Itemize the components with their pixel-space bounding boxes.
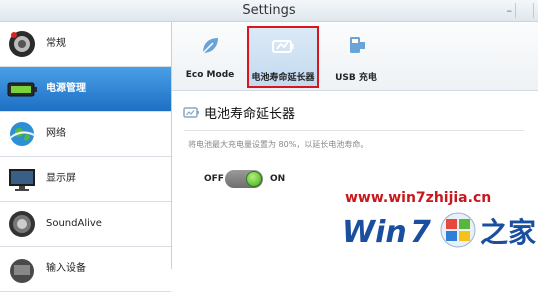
- watermark-url: www.win7zhijia.cn: [345, 190, 492, 206]
- battery-extender-icon: [272, 40, 294, 53]
- sidebar-item-display[interactable]: 显示屏: [0, 157, 171, 202]
- svg-text:之家: 之家: [480, 216, 536, 249]
- sidebar-item-general[interactable]: 常规: [0, 22, 171, 67]
- section-divider: [184, 130, 524, 131]
- title-divider-right: [533, 3, 534, 18]
- usb-icon: [350, 37, 365, 53]
- sidebar-item-input-devices[interactable]: 输入设备: [0, 247, 171, 292]
- battery-icon: [7, 82, 37, 97]
- sidebar-item-soundalive[interactable]: SoundAlive: [0, 202, 171, 247]
- tab-battery-extender[interactable]: 电池寿命延长器: [247, 26, 319, 88]
- battery-extender-toggle[interactable]: [225, 170, 263, 188]
- title-bar: Settings –: [0, 0, 538, 22]
- settings-toolbar: Eco Mode 电池寿命延长器 USB 充电: [172, 22, 538, 91]
- toggle-knob[interactable]: [246, 171, 262, 187]
- tab-label: USB 充电: [335, 73, 377, 83]
- section-description: 将电池最大充电量设置为 80%，以延长电池寿命。: [188, 140, 369, 149]
- sidebar-item-label: 常规: [46, 38, 66, 49]
- tab-eco-mode[interactable]: Eco Mode: [174, 26, 246, 88]
- tab-label: 电池寿命延长器: [251, 73, 315, 83]
- sound-icon: [9, 211, 35, 237]
- tab-usb-charging[interactable]: USB 充电: [320, 26, 392, 88]
- window-title: Settings: [242, 3, 296, 18]
- toggle-off-label: OFF: [204, 174, 224, 184]
- sidebar-item-label: 网络: [46, 128, 66, 139]
- watermark-logo: Win 7 之家: [342, 212, 536, 250]
- speaker-icon: [9, 31, 35, 57]
- sidebar-item-network[interactable]: 网络: [0, 112, 171, 157]
- sidebar-item-label: SoundAlive: [46, 218, 102, 229]
- minimize-button[interactable]: –: [507, 0, 513, 21]
- svg-text:7: 7: [410, 215, 431, 250]
- sidebar: 常规 电源管理 网络 显示屏 SoundAlive 输入设备: [0, 22, 172, 292]
- sidebar-item-label: 显示屏: [46, 173, 76, 184]
- sidebar-item-power[interactable]: 电源管理: [0, 67, 171, 112]
- section-heading: 电池寿命延长器: [204, 107, 296, 122]
- battery-extender-small-icon: [183, 107, 199, 118]
- sidebar-item-label: 输入设备: [46, 263, 86, 274]
- monitor-icon: [9, 169, 35, 191]
- globe-icon: [9, 122, 37, 146]
- title-divider: [515, 3, 516, 18]
- tab-label: Eco Mode: [185, 70, 235, 80]
- keyboard-icon: [10, 259, 34, 283]
- leaf-icon: [202, 38, 218, 54]
- sidebar-item-label: 电源管理: [46, 83, 86, 94]
- toggle-on-label: ON: [270, 174, 286, 184]
- svg-text:Win: Win: [342, 215, 407, 250]
